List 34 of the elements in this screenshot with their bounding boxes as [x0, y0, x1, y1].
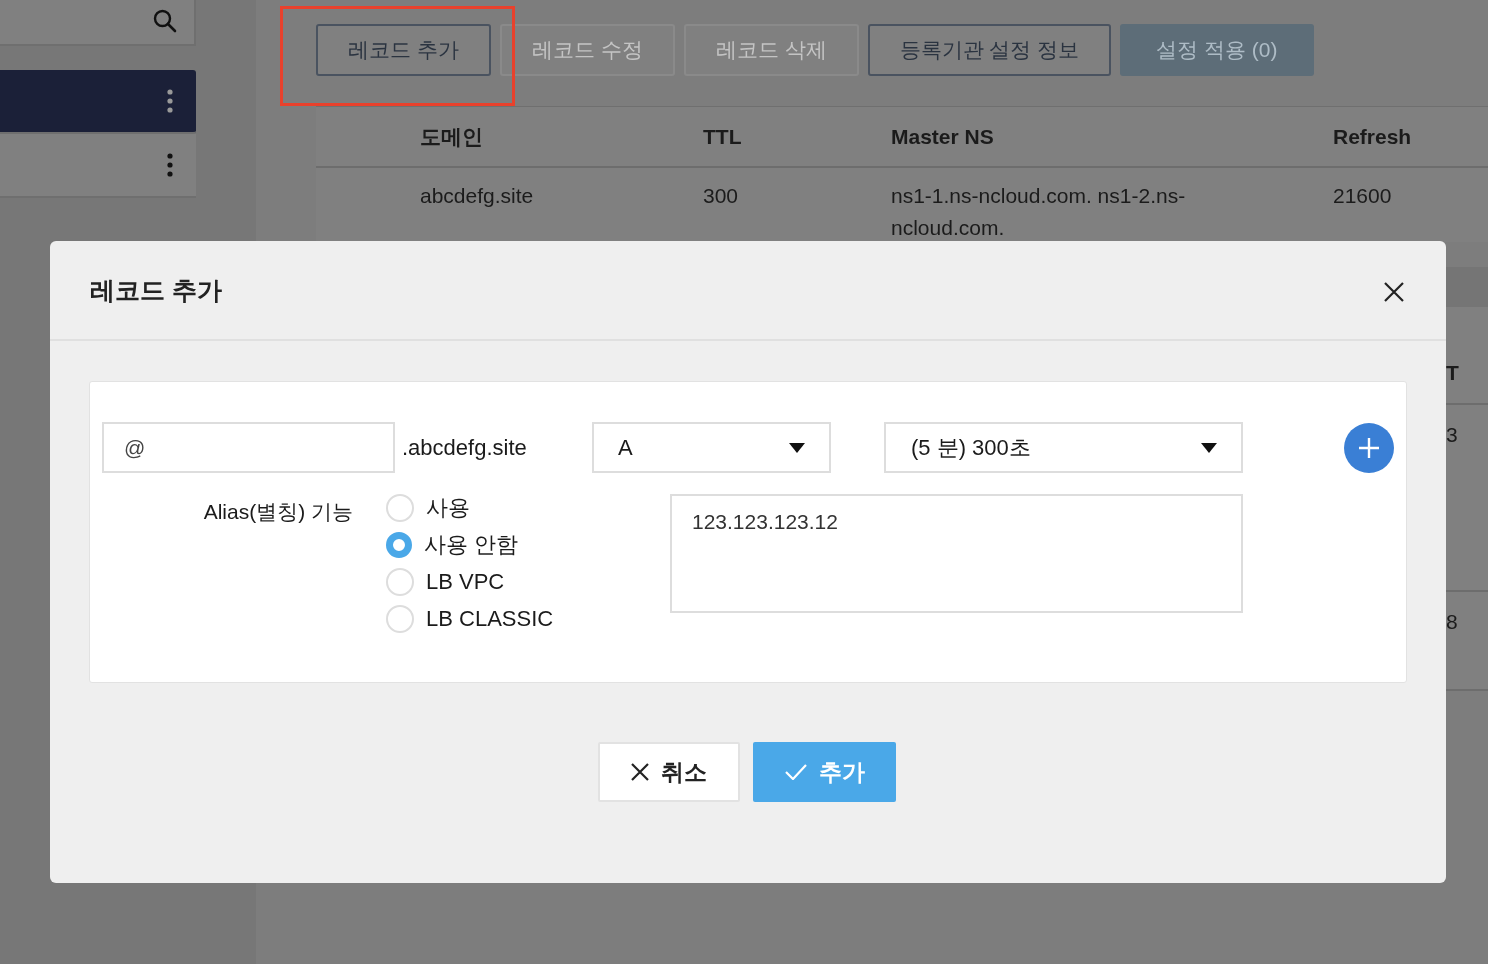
- name-field[interactable]: @: [102, 422, 395, 473]
- caret-icon: [1201, 442, 1217, 453]
- add-button[interactable]: [1344, 422, 1394, 473]
- dialog-title: 레코드 추가: [90, 274, 222, 306]
- cancel-button[interactable]: 취소: [598, 742, 740, 802]
- radio-option[interactable]: LB CLASSIC: [386, 605, 670, 633]
- table-cell: 8: [1446, 610, 1458, 633]
- table-cell-text: ns1-1.ns-ncloud.com. ns1-2.ns-ncloud.com.: [891, 183, 1187, 241]
- column-header: 도메인: [420, 123, 484, 150]
- column-header: Refresh: [1333, 123, 1413, 150]
- sidebar-item[interactable]: [0, 70, 196, 134]
- search-icon[interactable]: [152, 8, 178, 34]
- close-icon: [631, 763, 649, 781]
- radio-option[interactable]: 사용 안함: [386, 531, 670, 559]
- check-icon: [784, 764, 807, 780]
- search-field[interactable]: [0, 0, 196, 46]
- column-header: TTL: [703, 123, 743, 150]
- value-field[interactable]: 123.123.123.12: [670, 494, 1243, 613]
- more-icon[interactable]: [167, 153, 173, 177]
- table-cell: 3: [1446, 423, 1458, 446]
- table-cell-text: 300: [703, 183, 740, 209]
- radio-option[interactable]: LB VPC: [386, 568, 670, 596]
- close-button[interactable]: [1382, 280, 1406, 304]
- caret-icon: [789, 442, 805, 453]
- radio-option[interactable]: 사용: [386, 494, 670, 522]
- ttl-select[interactable]: (5 분) 300초: [884, 422, 1243, 473]
- domain-suffix: .abcdefg.site: [401, 434, 528, 461]
- more-icon[interactable]: [167, 89, 173, 113]
- column-header: Master NS: [891, 123, 995, 150]
- plus-icon: [1358, 436, 1380, 459]
- table-cell-text: abcdefg.site: [420, 183, 535, 209]
- type-select[interactable]: A: [592, 422, 831, 473]
- table-cell-text: 21600: [1333, 183, 1393, 209]
- alias-label: Alias(별칭) 기능: [202, 499, 353, 525]
